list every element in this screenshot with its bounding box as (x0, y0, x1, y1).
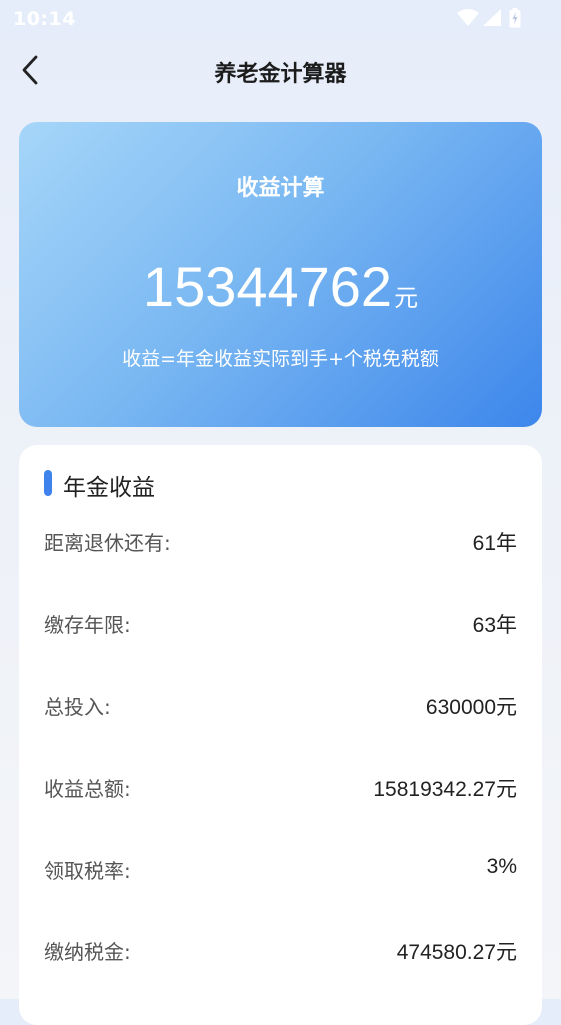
section-marker (44, 470, 52, 496)
status-bar: 10:14 (0, 0, 561, 38)
signal-icon (483, 9, 501, 26)
wifi-icon (457, 9, 479, 26)
row-value: 3% (486, 855, 517, 878)
summary-formula: 收益=年金收益实际到手+个税免税额 (122, 348, 439, 370)
row-value: 474580.27元 (396, 941, 517, 964)
earnings-summary-card: 收益计算 15344762元 收益=年金收益实际到手+个税免税额 (19, 122, 542, 427)
row-label: 缴存年限: (44, 613, 131, 637)
summary-amount: 15344762元 (19, 252, 542, 336)
row-label: 收益总额: (44, 777, 131, 801)
row-label: 缴纳税金: (44, 940, 131, 964)
section-title: 年金收益 (63, 475, 155, 501)
row-label: 距离退休还有: (44, 531, 171, 555)
row-value: 15819342.27元 (373, 778, 517, 801)
row-contribution-years: 缴存年限: 63年 (44, 609, 517, 639)
row-value: 630000元 (425, 696, 517, 719)
row-label: 总投入: (44, 695, 111, 719)
amount-unit: 元 (394, 284, 419, 312)
battery-charging-icon (509, 8, 521, 28)
annuity-details-card: 年金收益 距离退休还有: 61年 缴存年限: 63年 总投入: 630000元 … (19, 445, 542, 1025)
amount-value: 15344762 (142, 255, 393, 318)
row-tax-paid: 缴纳税金: 474580.27元 (44, 936, 517, 966)
row-value: 61年 (472, 532, 517, 555)
summary-title: 收益计算 (236, 176, 325, 201)
row-tax-rate: 领取税率: 3% (44, 855, 517, 885)
nav-bar: 养老金计算器 (0, 38, 561, 102)
row-value: 63年 (472, 614, 517, 637)
status-time: 10:14 (13, 8, 76, 30)
page-title: 养老金计算器 (214, 62, 347, 87)
row-years-to-retirement: 距离退休还有: 61年 (44, 527, 517, 557)
row-label: 领取税率: (44, 859, 131, 883)
row-total-investment: 总投入: 630000元 (44, 691, 517, 721)
row-total-earnings: 收益总额: 15819342.27元 (44, 773, 517, 803)
